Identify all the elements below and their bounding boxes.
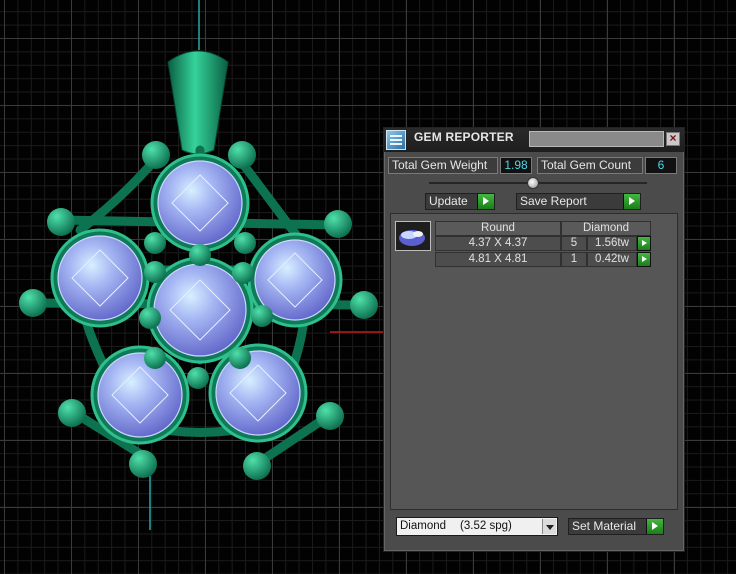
material-name: Diamond: [400, 520, 447, 532]
set-material-button-label: Set Material: [572, 519, 637, 533]
close-icon[interactable]: ×: [666, 132, 680, 146]
row-1-quantity: 5: [561, 236, 587, 251]
row-1-go-button[interactable]: [637, 236, 651, 251]
update-button-label: Update: [429, 194, 468, 208]
save-report-button[interactable]: Save Report: [516, 193, 641, 210]
total-gem-count-label: Total Gem Count: [537, 157, 643, 174]
row-1-size: 4.37 X 4.37: [435, 236, 561, 251]
row-2-size: 4.81 X 4.81: [435, 252, 561, 267]
pendant-gems: [50, 153, 343, 445]
row-2-go-button[interactable]: [637, 252, 651, 267]
total-gem-weight-label: Total Gem Weight: [388, 157, 498, 174]
update-button[interactable]: Update: [425, 193, 495, 210]
set-material-button[interactable]: Set Material: [568, 518, 664, 535]
pendant-bail: [167, 50, 229, 155]
green-play-arrow-icon: [646, 519, 663, 534]
title-drag-strip[interactable]: [529, 131, 664, 147]
green-play-arrow-icon: [623, 194, 640, 209]
chevron-down-icon[interactable]: [542, 519, 556, 534]
row-2-quantity: 1: [561, 252, 587, 267]
gem-report-list: Round Diamond 4.37 X 4.37 5 1.56tw 4.81 …: [390, 213, 678, 510]
total-gem-count-value: 6: [645, 157, 677, 174]
column-header-material: Diamond: [561, 221, 651, 236]
green-play-arrow-icon: [477, 194, 494, 209]
save-report-button-label: Save Report: [520, 194, 587, 208]
title-bar[interactable]: GEM REPORTER ×: [384, 128, 684, 152]
row-2-total-weight: 0.42tw: [587, 252, 637, 267]
gem-reporter-window: GEM REPORTER × Total Gem Weight 1.98 Tot…: [383, 127, 685, 552]
row-1-total-weight: 1.56tw: [587, 236, 637, 251]
panel-slider-handle[interactable]: [527, 177, 539, 189]
column-header-shape: Round: [435, 221, 561, 236]
round-gem-icon: [399, 230, 425, 246]
gem-thumbnail[interactable]: [395, 221, 431, 251]
total-gem-weight-value: 1.98: [500, 157, 532, 174]
material-density: (3.52 spg): [460, 520, 512, 532]
gem-reporter-app-icon: [386, 130, 406, 150]
window-title: GEM REPORTER: [414, 130, 514, 144]
material-select[interactable]: Diamond (3.52 spg): [396, 517, 558, 536]
